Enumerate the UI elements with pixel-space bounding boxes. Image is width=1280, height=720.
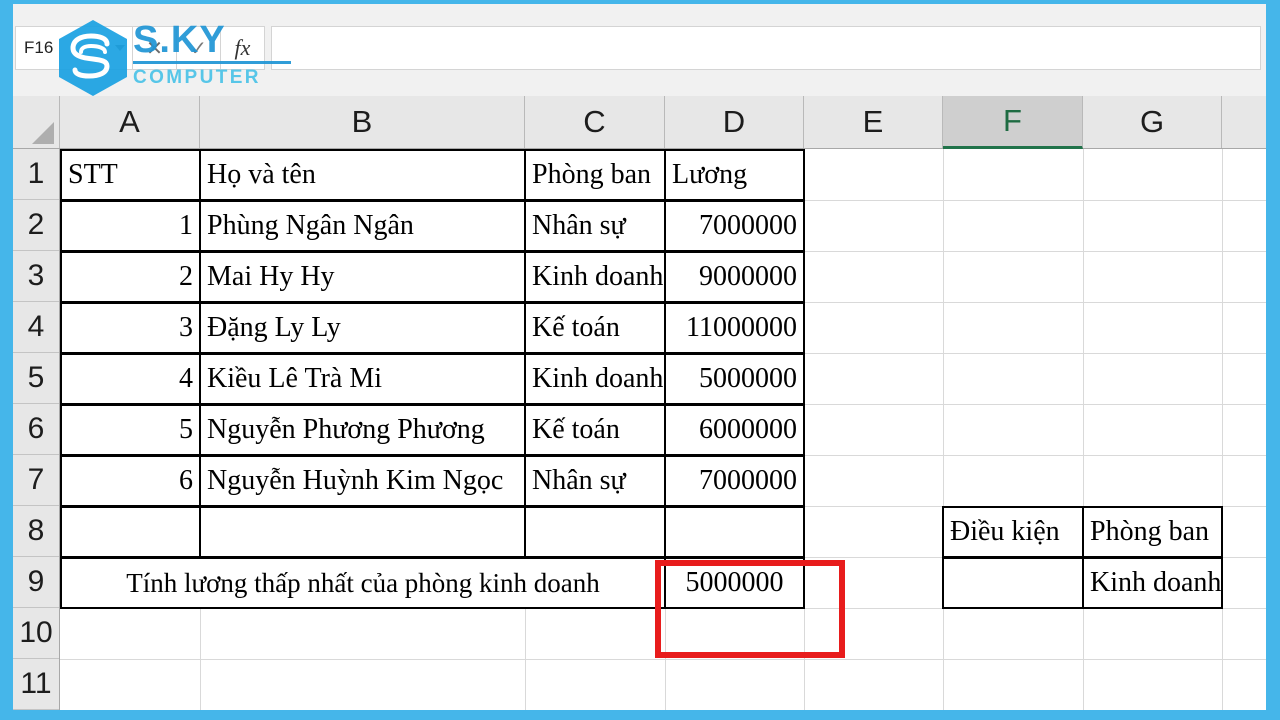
cell-b1[interactable]: Họ và tên [199, 149, 526, 201]
column-header-h[interactable] [1222, 96, 1266, 148]
cell-a8[interactable] [60, 506, 201, 558]
column-header-c[interactable]: C [525, 96, 665, 148]
column-header-a[interactable]: A [60, 96, 200, 148]
row-header-8[interactable]: 8 [13, 506, 59, 557]
cell-f8[interactable]: Điều kiện [942, 506, 1084, 558]
gridline-g-h [1222, 149, 1223, 710]
gridline-row-10 [60, 659, 1266, 660]
row-header-7[interactable]: 7 [13, 455, 59, 506]
name-box[interactable]: F16 [15, 26, 133, 70]
cell-d9-result[interactable]: 5000000 [664, 557, 805, 609]
cell-b6[interactable]: Nguyễn Phương Phương [199, 404, 526, 456]
gridline-f-g [1083, 149, 1084, 710]
cell-d1[interactable]: Lương [664, 149, 805, 201]
cell-g8[interactable]: Phòng ban [1082, 506, 1223, 558]
cell-c8[interactable] [524, 506, 666, 558]
cell-c7[interactable]: Nhân sự [524, 455, 666, 507]
cell-a6[interactable]: 5 [60, 404, 201, 456]
cell-d3[interactable]: 9000000 [664, 251, 805, 303]
column-header-d[interactable]: D [665, 96, 804, 148]
cell-c3[interactable]: Kinh doanh [524, 251, 666, 303]
window-frame-right [1266, 0, 1280, 720]
window-frame-left [0, 0, 13, 720]
column-header-g[interactable]: G [1083, 96, 1222, 148]
cell-a5[interactable]: 4 [60, 353, 201, 405]
cell-a7[interactable]: 6 [60, 455, 201, 507]
row-header-column: 1 2 3 4 5 6 7 8 9 10 11 [13, 149, 60, 710]
cell-d2[interactable]: 7000000 [664, 200, 805, 252]
spreadsheet-grid: A B C D E F G 1 2 3 4 5 6 7 8 9 10 11 ST… [13, 96, 1266, 710]
row-header-1[interactable]: 1 [13, 149, 59, 200]
window-frame-bottom [0, 710, 1280, 720]
row-header-6[interactable]: 6 [13, 404, 59, 455]
cell-c2[interactable]: Nhân sự [524, 200, 666, 252]
cell-c1[interactable]: Phòng ban [524, 149, 666, 201]
row-header-5[interactable]: 5 [13, 353, 59, 404]
cancel-formula-button[interactable]: ✕ [133, 26, 177, 70]
cell-a9-merged-label[interactable]: Tính lương thấp nhất của phòng kinh doan… [60, 557, 666, 609]
cell-b5[interactable]: Kiều Lê Trà Mi [199, 353, 526, 405]
cell-d5[interactable]: 5000000 [664, 353, 805, 405]
column-header-row: A B C D E F G [13, 96, 1266, 149]
excel-window: F16 ✕ ✓ fx S.KY COMPUTER A B C D E F G 1… [0, 0, 1280, 720]
cell-d4[interactable]: 11000000 [664, 302, 805, 354]
row-header-11[interactable]: 11 [13, 659, 59, 710]
column-header-e[interactable]: E [804, 96, 943, 148]
chevron-down-icon[interactable] [115, 45, 125, 51]
cell-b2[interactable]: Phùng Ngân Ngân [199, 200, 526, 252]
gridline-e-f [943, 149, 944, 710]
formula-input[interactable] [271, 26, 1261, 70]
row-header-4[interactable]: 4 [13, 302, 59, 353]
cell-d6[interactable]: 6000000 [664, 404, 805, 456]
cell-c6[interactable]: Kế toán [524, 404, 666, 456]
cell-a1[interactable]: STT [60, 149, 201, 201]
row-header-9[interactable]: 9 [13, 557, 59, 608]
cell-a4[interactable]: 3 [60, 302, 201, 354]
column-header-b[interactable]: B [200, 96, 525, 148]
cell-c4[interactable]: Kế toán [524, 302, 666, 354]
column-header-f[interactable]: F [943, 96, 1083, 149]
cell-a2[interactable]: 1 [60, 200, 201, 252]
row-header-10[interactable]: 10 [13, 608, 59, 659]
select-all-button[interactable] [13, 96, 60, 148]
cell-b4[interactable]: Đặng Ly Ly [199, 302, 526, 354]
cell-b8[interactable] [199, 506, 526, 558]
cell-c5[interactable]: Kinh doanh [524, 353, 666, 405]
name-box-value: F16 [24, 38, 54, 57]
cell-d7[interactable]: 7000000 [664, 455, 805, 507]
sheet-cells-area[interactable]: STT Họ và tên Phòng ban Lương 1 Phùng Ng… [60, 149, 1266, 710]
cell-a3[interactable]: 2 [60, 251, 201, 303]
cell-b3[interactable]: Mai Hy Hy [199, 251, 526, 303]
cell-b7[interactable]: Nguyễn Huỳnh Kim Ngọc [199, 455, 526, 507]
cell-f9[interactable] [942, 557, 1084, 609]
cell-d8[interactable] [664, 506, 805, 558]
cell-g9[interactable]: Kinh doanh [1082, 557, 1223, 609]
enter-formula-button[interactable]: ✓ [177, 26, 221, 70]
row-header-2[interactable]: 2 [13, 200, 59, 251]
insert-function-icon[interactable]: fx [221, 26, 265, 70]
formula-bar: F16 ✕ ✓ fx [13, 4, 1266, 96]
row-header-3[interactable]: 3 [13, 251, 59, 302]
